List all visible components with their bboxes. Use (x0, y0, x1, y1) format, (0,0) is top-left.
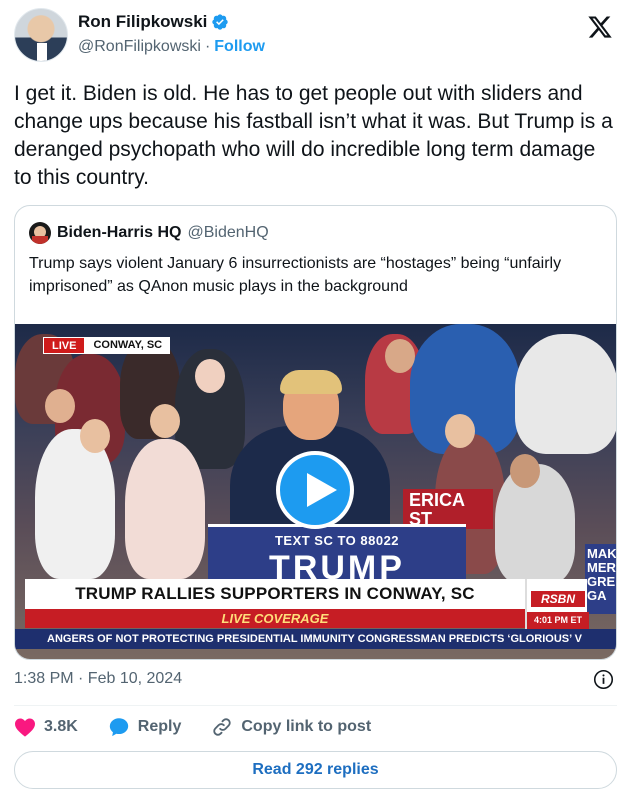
podium-small-text: TEXT SC TO 88022 (274, 533, 400, 548)
info-icon[interactable] (593, 669, 614, 690)
author-handle-row: @RonFilipkowski · Follow (78, 38, 265, 56)
follow-link[interactable]: Follow (214, 38, 265, 56)
x-logo-icon[interactable] (587, 14, 613, 40)
live-badge: LIVE CONWAY, SC (43, 337, 171, 354)
read-replies-button[interactable]: Read 292 replies (14, 751, 617, 789)
read-replies-label: Read 292 replies (252, 761, 379, 778)
news-ticker: ANGERS OF NOT PROTECTING PRESIDENTIAL IM… (15, 629, 616, 649)
network-time: 4:01 PM ET (527, 612, 589, 629)
video-player[interactable]: LIVE CONWAY, SC ERICA ST MAK MER GRE GA … (15, 324, 617, 659)
reply-bubble-icon (109, 718, 128, 737)
quoted-post-header: Biden-Harris HQ @BidenHQ (29, 222, 269, 244)
live-coverage-bar: LIVE COVERAGE (25, 609, 525, 628)
verified-badge-icon (212, 14, 229, 30)
action-bar: 3.8K Reply Copy link to post (14, 713, 401, 741)
heart-icon (15, 718, 35, 737)
far-campaign-sign: MAK MER GRE GA (585, 544, 617, 614)
link-icon (213, 718, 232, 736)
podium-sign: TEXT SC TO 88022 TRUMP (208, 524, 466, 587)
author-name-row: Ron Filipkowski (78, 12, 229, 32)
like-count: 3.8K (44, 718, 78, 735)
far-sign-text: MAK MER GRE GA (587, 546, 617, 603)
post-timestamp[interactable]: 1:38 PM · Feb 10, 2024 (14, 670, 182, 688)
like-button[interactable]: 3.8K (14, 717, 78, 737)
news-chyron: TRUMP RALLIES SUPPORTERS IN CONWAY, SC (25, 579, 525, 609)
quoted-author-handle: @BidenHQ (187, 224, 269, 241)
play-icon (307, 473, 337, 507)
tweet-text: I get it. Biden is old. He has to get pe… (14, 82, 613, 189)
author-display-name[interactable]: Ron Filipkowski (78, 12, 207, 32)
quoted-author-name: Biden-Harris HQ (57, 224, 182, 241)
reply-button[interactable]: Reply (108, 716, 182, 738)
copy-link-label: Copy link to post (241, 718, 372, 735)
author-handle[interactable]: @RonFilipkowski (78, 38, 201, 56)
live-location: CONWAY, SC (85, 337, 171, 354)
campaign-sign: ERICA ST (403, 489, 493, 529)
live-label: LIVE (43, 337, 86, 354)
author-avatar[interactable] (14, 8, 68, 62)
play-button[interactable] (276, 451, 354, 529)
separator-dot: · (204, 38, 211, 55)
quoted-author-avatar (29, 222, 51, 244)
network-logo: RSBN (531, 591, 585, 607)
tweet-header: Ron Filipkowski @RonFilipkowski · Follow (14, 8, 617, 68)
copy-link-button[interactable]: Copy link to post (211, 716, 371, 738)
quoted-post-text: Trump says violent January 6 insurrectio… (29, 255, 562, 295)
network-bug: RSBN 4:01 PM ET (525, 579, 589, 629)
quoted-post[interactable]: Biden-Harris HQ @BidenHQ Trump says viol… (14, 205, 617, 660)
reply-label: Reply (137, 718, 182, 735)
divider (14, 705, 617, 706)
